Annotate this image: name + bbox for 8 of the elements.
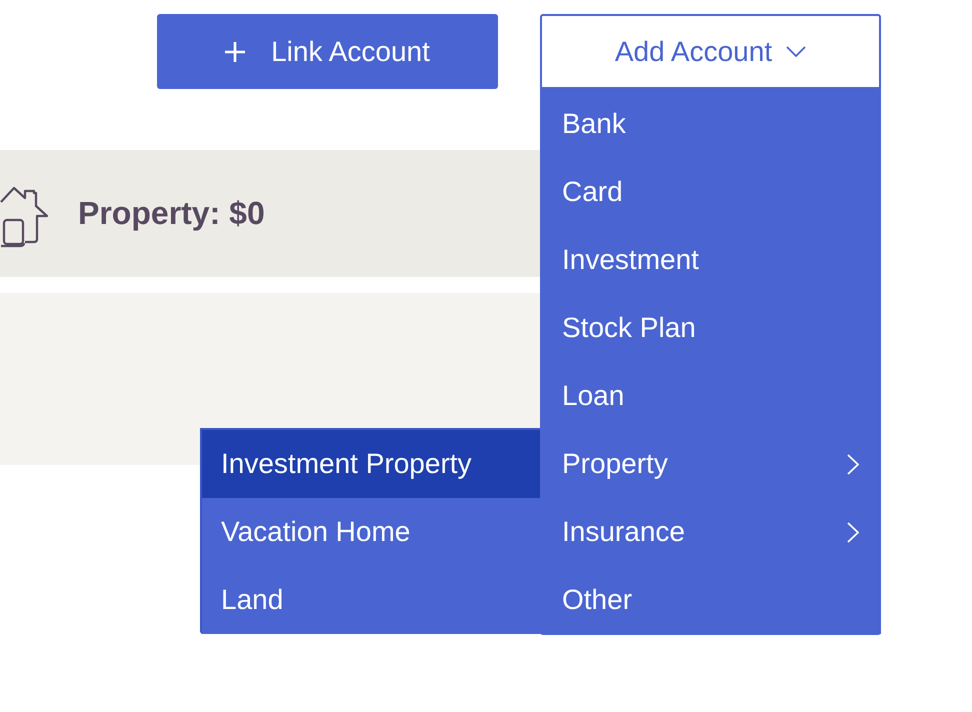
link-account-button[interactable]: Link Account <box>157 14 498 89</box>
submenu-item[interactable]: Investment Property <box>202 430 540 498</box>
plus-icon <box>225 42 246 62</box>
chevron-right-icon <box>847 454 859 474</box>
summary-title: Property: $0 <box>78 195 265 232</box>
chevron-down-icon <box>786 46 806 57</box>
chevron-right-icon <box>847 522 859 542</box>
add-account-button[interactable]: Add Account <box>540 14 881 89</box>
